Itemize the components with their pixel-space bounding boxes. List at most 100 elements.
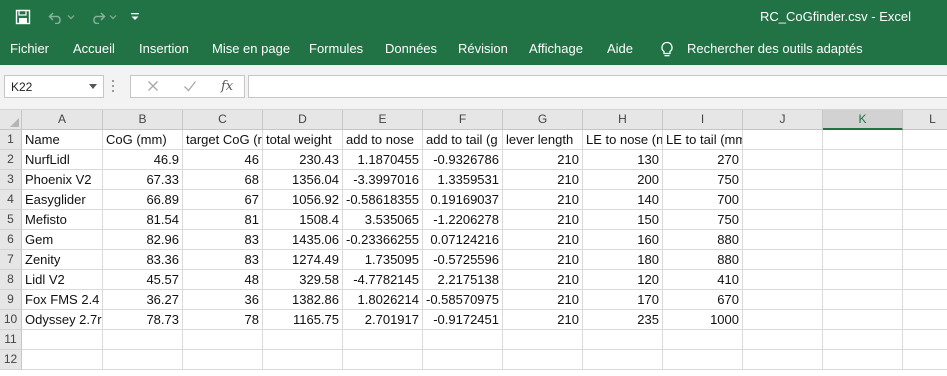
cell-k10[interactable]	[823, 310, 903, 330]
cell-g10[interactable]: 210	[503, 310, 583, 330]
save-icon[interactable]	[10, 6, 36, 28]
cell-k3[interactable]	[823, 170, 903, 190]
cell-c8[interactable]: 48	[183, 270, 263, 290]
cell-e8[interactable]: -4.7782145	[343, 270, 423, 290]
row-header-7[interactable]: 7	[0, 250, 22, 270]
cell-l9[interactable]	[903, 290, 947, 310]
row-header-5[interactable]: 5	[0, 210, 22, 230]
cell-g9[interactable]: 210	[503, 290, 583, 310]
cell-h6[interactable]: 160	[583, 230, 663, 250]
cell-a5[interactable]: Mefisto	[22, 210, 103, 230]
cell-i10[interactable]: 1000	[663, 310, 743, 330]
cell-a4[interactable]: Easyglider	[22, 190, 103, 210]
cell-i12[interactable]	[663, 350, 743, 370]
cell-j12[interactable]	[743, 350, 823, 370]
cell-k2[interactable]	[823, 150, 903, 170]
cell-h5[interactable]: 150	[583, 210, 663, 230]
cell-j6[interactable]	[743, 230, 823, 250]
cell-h8[interactable]: 120	[583, 270, 663, 290]
cell-f6[interactable]: 0.07124216	[423, 230, 503, 250]
cell-f1[interactable]: add to tail (g	[423, 130, 503, 150]
cell-i1[interactable]: LE to tail (mm)	[663, 130, 743, 150]
column-header-f[interactable]: F	[423, 110, 503, 130]
cell-i9[interactable]: 670	[663, 290, 743, 310]
cell-j1[interactable]	[743, 130, 823, 150]
cell-a9[interactable]: Fox FMS 2.4	[22, 290, 103, 310]
column-header-h[interactable]: H	[583, 110, 663, 130]
tab-accueil[interactable]: Accueil	[73, 41, 115, 56]
cell-g7[interactable]: 210	[503, 250, 583, 270]
cell-d12[interactable]	[263, 350, 343, 370]
cell-d1[interactable]: total weight	[263, 130, 343, 150]
customize-qat-icon[interactable]	[128, 6, 142, 28]
lightbulb-icon[interactable]	[660, 41, 674, 61]
tab-formules[interactable]: Formules	[309, 41, 363, 56]
check-icon[interactable]	[183, 79, 197, 96]
cell-k1[interactable]	[823, 130, 903, 150]
cell-b11[interactable]	[103, 330, 183, 350]
cell-l11[interactable]	[903, 330, 947, 350]
cell-k8[interactable]	[823, 270, 903, 290]
cell-j5[interactable]	[743, 210, 823, 230]
cell-f11[interactable]	[423, 330, 503, 350]
column-header-g[interactable]: G	[503, 110, 583, 130]
cell-f12[interactable]	[423, 350, 503, 370]
cell-e7[interactable]: 1.735095	[343, 250, 423, 270]
cell-d3[interactable]: 1356.04	[263, 170, 343, 190]
tab-revision[interactable]: Révision	[458, 41, 508, 56]
cell-c6[interactable]: 83	[183, 230, 263, 250]
cell-g5[interactable]: 210	[503, 210, 583, 230]
cell-b8[interactable]: 45.57	[103, 270, 183, 290]
cell-e11[interactable]	[343, 330, 423, 350]
cell-i11[interactable]	[663, 330, 743, 350]
cell-g11[interactable]	[503, 330, 583, 350]
row-header-3[interactable]: 3	[0, 170, 22, 190]
cell-l4[interactable]	[903, 190, 947, 210]
cell-j10[interactable]	[743, 310, 823, 330]
cell-d9[interactable]: 1382.86	[263, 290, 343, 310]
column-header-e[interactable]: E	[343, 110, 423, 130]
cell-f2[interactable]: -0.9326786	[423, 150, 503, 170]
select-all-button[interactable]	[0, 110, 22, 130]
cell-j2[interactable]	[743, 150, 823, 170]
column-header-b[interactable]: B	[103, 110, 183, 130]
redo-dropdown-icon[interactable]	[108, 6, 118, 28]
cell-j3[interactable]	[743, 170, 823, 190]
cell-g4[interactable]: 210	[503, 190, 583, 210]
cell-d4[interactable]: 1056.92	[263, 190, 343, 210]
cell-l6[interactable]	[903, 230, 947, 250]
cell-f10[interactable]: -0.9172451	[423, 310, 503, 330]
row-header-10[interactable]: 10	[0, 310, 22, 330]
cell-f3[interactable]: 1.3359531	[423, 170, 503, 190]
cell-h12[interactable]	[583, 350, 663, 370]
column-header-j[interactable]: J	[743, 110, 823, 130]
cell-e10[interactable]: 2.701917	[343, 310, 423, 330]
cell-a1[interactable]: Name	[22, 130, 103, 150]
cell-h3[interactable]: 200	[583, 170, 663, 190]
column-header-i[interactable]: I	[663, 110, 743, 130]
cell-e5[interactable]: 3.535065	[343, 210, 423, 230]
cell-b6[interactable]: 82.96	[103, 230, 183, 250]
row-header-2[interactable]: 2	[0, 150, 22, 170]
column-header-a[interactable]: A	[22, 110, 103, 130]
cell-e9[interactable]: 1.8026214	[343, 290, 423, 310]
cell-g6[interactable]: 210	[503, 230, 583, 250]
cell-b3[interactable]: 67.33	[103, 170, 183, 190]
cell-j4[interactable]	[743, 190, 823, 210]
cell-j8[interactable]	[743, 270, 823, 290]
cell-b9[interactable]: 36.27	[103, 290, 183, 310]
cell-b12[interactable]	[103, 350, 183, 370]
cell-b5[interactable]: 81.54	[103, 210, 183, 230]
cell-i8[interactable]: 410	[663, 270, 743, 290]
cell-l5[interactable]	[903, 210, 947, 230]
cancel-x-icon[interactable]	[147, 79, 159, 96]
cell-d8[interactable]: 329.58	[263, 270, 343, 290]
cell-i5[interactable]: 750	[663, 210, 743, 230]
cell-c11[interactable]	[183, 330, 263, 350]
formula-input[interactable]	[248, 75, 947, 98]
cell-l10[interactable]	[903, 310, 947, 330]
cell-h4[interactable]: 140	[583, 190, 663, 210]
cell-i7[interactable]: 880	[663, 250, 743, 270]
tab-mise-en-page[interactable]: Mise en page	[212, 41, 290, 56]
cell-j7[interactable]	[743, 250, 823, 270]
